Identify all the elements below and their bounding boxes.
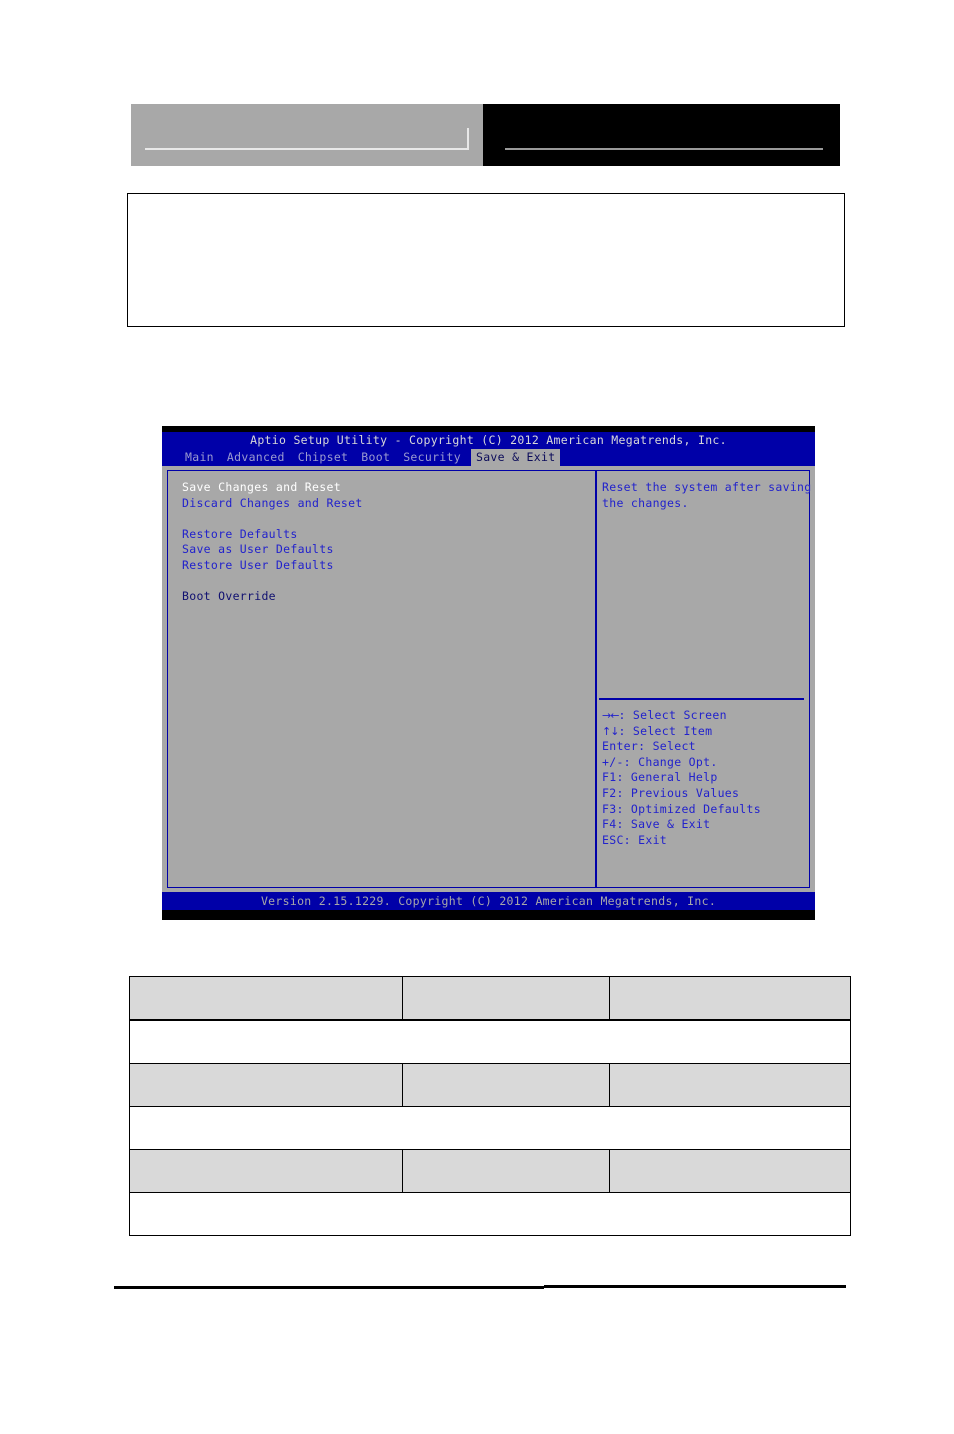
bios-title-bar: Aptio Setup Utility - Copyright (C) 2012…: [162, 432, 815, 449]
bios-options-list: Save Changes and Reset Discard Changes a…: [182, 480, 587, 605]
key-select-item: ↑↓: Select Item: [602, 724, 807, 740]
option-save-as-user-defaults[interactable]: Save as User Defaults: [182, 542, 587, 558]
table-cell: [402, 1063, 610, 1107]
table-cell: [129, 976, 403, 1021]
bios-version-bar: Version 2.15.1229. Copyright (C) 2012 Am…: [162, 892, 815, 910]
key-select-screen-label: : Select Screen: [618, 708, 727, 722]
option-restore-user-defaults[interactable]: Restore User Defaults: [182, 558, 587, 574]
table-row: [129, 1149, 851, 1193]
option-discard-changes-and-reset[interactable]: Discard Changes and Reset: [182, 496, 587, 512]
table-row: [129, 1192, 851, 1236]
table-cell: [609, 1149, 851, 1193]
up-down-arrow-icon: ↑↓: [602, 724, 619, 738]
bios-help-panel: Reset the system after saving the change…: [602, 480, 812, 511]
header-left-rule-tick: [467, 128, 469, 150]
key-f2-previous-values: F2: Previous Values: [602, 785, 740, 800]
tab-chipset[interactable]: Chipset: [295, 449, 352, 466]
header-left-block: [131, 104, 483, 166]
key-select-screen: →←: Select Screen: [602, 708, 807, 724]
left-right-arrow-icon: →←: [602, 709, 619, 722]
table-cell: [129, 1019, 851, 1064]
table-row: [129, 1106, 851, 1150]
help-text-line-1: Reset the system after saving: [602, 480, 812, 494]
table-row: [129, 1063, 851, 1107]
option-restore-defaults[interactable]: Restore Defaults: [182, 527, 587, 543]
feature-table: [129, 976, 851, 1236]
table-cell: [402, 1149, 610, 1193]
table-cell: [402, 976, 610, 1021]
bios-setup-screen: Aptio Setup Utility - Copyright (C) 2012…: [162, 426, 815, 920]
callout-box: [127, 193, 845, 327]
bios-help-separator: [599, 698, 804, 700]
table-row: [129, 976, 851, 1021]
bios-panel-divider: [595, 470, 597, 888]
bios-menu-bar: Main Advanced Chipset Boot Security Save & Ex…: [162, 449, 815, 466]
tab-security[interactable]: Security: [400, 449, 464, 466]
key-enter-select: Enter: Select: [602, 739, 696, 754]
tab-boot[interactable]: Boot: [358, 449, 393, 466]
table-cell: [129, 1149, 403, 1193]
table-cell: [609, 1063, 851, 1107]
tab-advanced[interactable]: Advanced: [224, 449, 288, 466]
key-esc-exit: ESC: Exit: [602, 832, 668, 847]
table-cell: [609, 976, 851, 1021]
footer-rule-left: [114, 1286, 544, 1289]
bios-key-legend: →←: Select Screen ↑↓: Select Item Enter:…: [602, 708, 807, 848]
options-spacer-1: [182, 511, 587, 527]
document-header: [131, 104, 840, 166]
key-f3-optimized-defaults: F3: Optimized Defaults: [602, 801, 761, 816]
bios-content-area: Save Changes and Reset Discard Changes a…: [162, 466, 815, 892]
tab-main[interactable]: Main: [182, 449, 217, 466]
key-select-item-label: : Select Item: [618, 723, 713, 738]
table-cell: [129, 1063, 403, 1107]
header-right-block: [483, 104, 840, 166]
key-f1-general-help: F1: General Help: [602, 770, 718, 785]
header-left-rule: [145, 148, 468, 150]
footer-rule-right: [544, 1285, 846, 1288]
key-f4-save-and-exit: F4: Save & Exit: [602, 817, 711, 832]
options-spacer-2: [182, 574, 587, 590]
option-save-changes-and-reset[interactable]: Save Changes and Reset: [182, 480, 587, 496]
table-row: [129, 1019, 851, 1064]
page-footer-rule: [114, 1285, 846, 1289]
tab-save-and-exit[interactable]: Save & Exit: [470, 449, 561, 466]
key-change-opt: +/-: Change Opt.: [602, 754, 718, 769]
table-cell: [129, 1192, 851, 1236]
table-cell: [129, 1106, 851, 1150]
help-text-line-2: the changes.: [602, 495, 689, 510]
header-right-rule: [505, 148, 823, 150]
option-boot-override: Boot Override: [182, 589, 276, 604]
